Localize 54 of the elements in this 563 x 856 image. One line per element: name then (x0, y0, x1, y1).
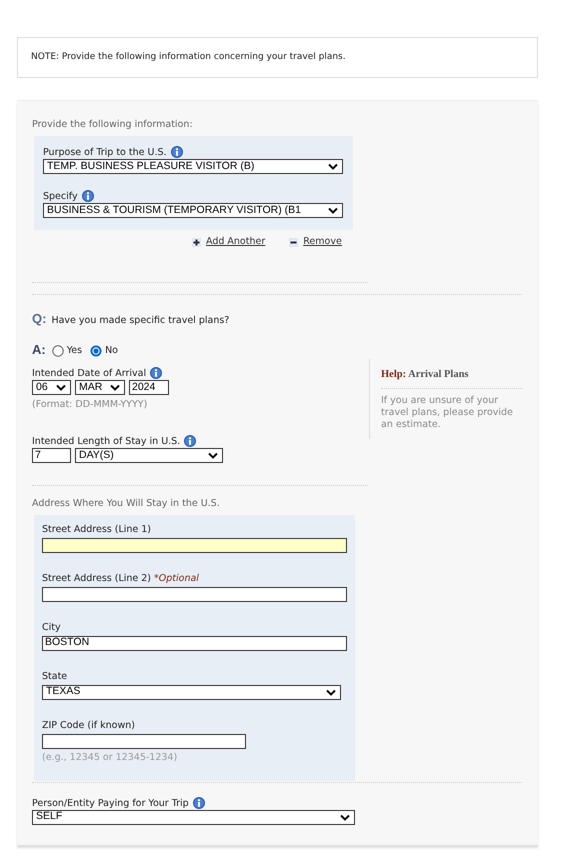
format-hint: (e.g., 12345 or 12345-1234) (42, 750, 178, 764)
link[interactable]: Remove (303, 235, 342, 250)
field-label: Intended Length of Stay in U.S. (32, 436, 180, 448)
option-label: No (105, 344, 118, 358)
info-icon[interactable] (192, 796, 205, 809)
chevron-icon (110, 384, 120, 391)
option-label: Yes (66, 344, 82, 358)
radio-button[interactable] (90, 345, 102, 358)
link[interactable]: Add Another (206, 235, 266, 250)
optional-note: *Optional (154, 572, 199, 584)
note-text: NOTE: Provide the following information concerning your travel plans. (31, 50, 346, 64)
field-label: Street Address (Line 1) (42, 524, 152, 534)
info-icon[interactable] (170, 146, 183, 158)
plus-icon[interactable] (192, 238, 201, 247)
format-hint: (Format: DD-MMM-YYYY) (32, 398, 148, 412)
input-field[interactable]: BOSTON (42, 636, 347, 650)
input-field[interactable] (42, 538, 347, 552)
minus-icon[interactable] (289, 238, 298, 247)
answer-label: A: (32, 340, 46, 358)
chevron-icon (208, 452, 218, 460)
input-field[interactable] (42, 586, 347, 602)
info-icon[interactable] (82, 190, 94, 202)
dropdown[interactable]: MAR (75, 380, 125, 395)
chevron-icon (328, 163, 338, 170)
field-label: Specify (43, 191, 78, 202)
chevron-icon (340, 814, 350, 821)
chevron-icon (326, 688, 336, 696)
dropdown[interactable]: SELF (32, 810, 355, 825)
section-heading: Provide the following information: (32, 118, 194, 132)
help-title: Help: Arrival Plans (381, 368, 470, 382)
dropdown[interactable]: TEMP. BUSINESS PLEASURE VISITOR (B) (43, 159, 343, 174)
input-field[interactable]: 2024 (129, 380, 169, 395)
dropdown[interactable]: TEXAS (42, 684, 341, 700)
question-text: Have you made specific travel plans? (51, 314, 230, 326)
dropdown[interactable]: 06 (32, 380, 71, 395)
chevron-icon (56, 384, 66, 391)
chevron-icon (328, 207, 338, 214)
field-label: City (42, 622, 61, 632)
input-field[interactable] (42, 734, 246, 748)
help-text: If you are unsure of your travel plans, please provide an estimate. (381, 394, 514, 431)
dropdown[interactable]: DAY(S) (75, 448, 223, 464)
field-label: Person/Entity Paying for Your Trip (32, 798, 189, 809)
info-icon[interactable] (184, 435, 196, 448)
question-label: Q: (32, 312, 46, 326)
section-heading: Address Where You Will Stay in the U.S. (32, 497, 221, 512)
input-field[interactable]: 7 (32, 448, 71, 464)
field-label: Intended Date of Arrival (32, 368, 146, 379)
info-icon[interactable] (150, 367, 162, 379)
field-label: State (42, 670, 68, 682)
dropdown[interactable]: BUSINESS & TOURISM (TEMPORARY VISITOR) (B1 (43, 203, 343, 218)
field-label: Purpose of Trip to the U.S. (43, 147, 167, 158)
field-label: ZIP Code (if known) (42, 720, 135, 730)
radio-button[interactable] (52, 345, 64, 358)
field-label: Street Address (Line 2) (42, 572, 152, 584)
